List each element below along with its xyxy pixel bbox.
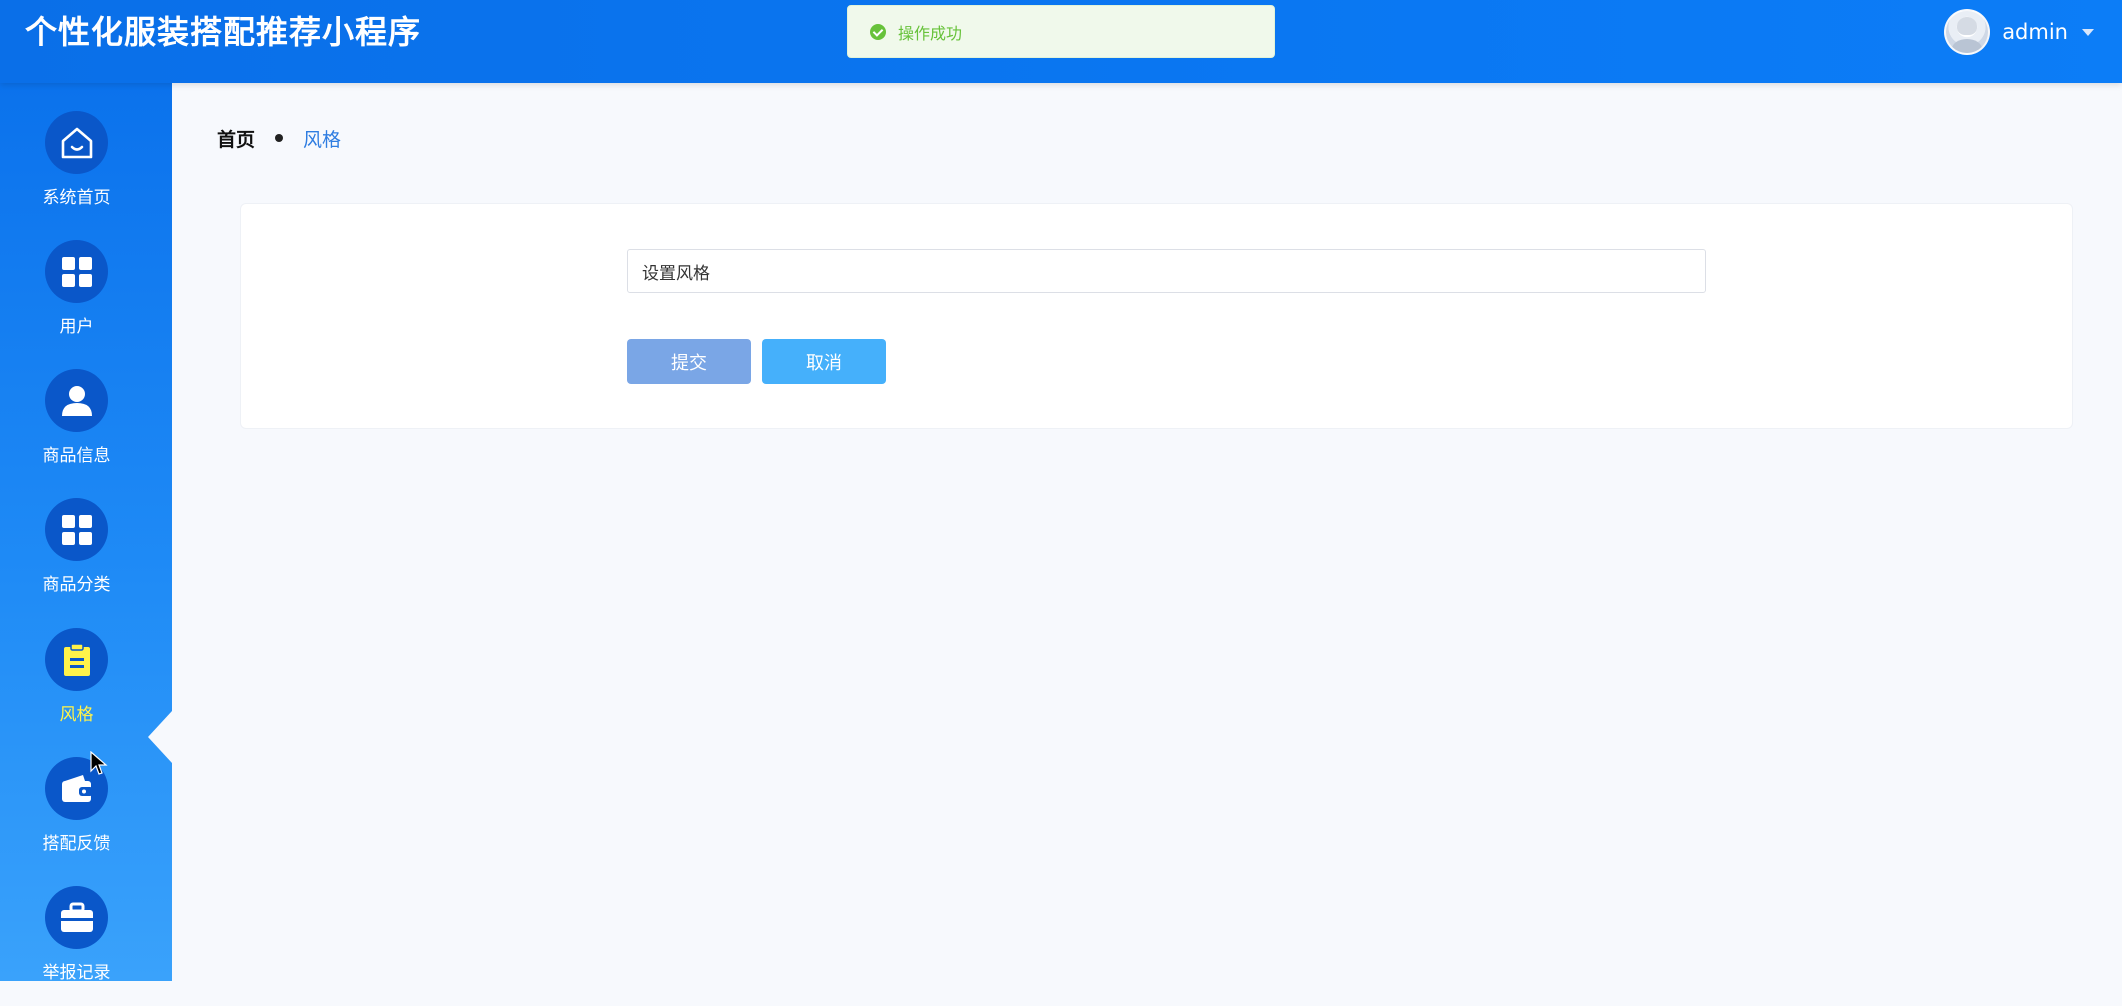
- style-input[interactable]: [627, 249, 1706, 293]
- user-menu[interactable]: admin: [1944, 9, 2094, 55]
- user-name[interactable]: admin: [2002, 20, 2068, 44]
- grid-icon[interactable]: [45, 240, 108, 303]
- style-form-card: 风格 提交 取消: [240, 203, 2073, 429]
- toast-message: 操作成功: [898, 23, 963, 43]
- sidebar-item-label: 用户: [59, 317, 94, 337]
- sidebar-item-label: 搭配反馈: [42, 834, 111, 854]
- breadcrumb-separator: [275, 134, 284, 142]
- clipboard-icon[interactable]: [45, 628, 108, 691]
- breadcrumb-home[interactable]: 首页: [217, 125, 255, 152]
- breadcrumb: 首页 风格: [217, 124, 341, 152]
- submit-button[interactable]: 提交: [627, 339, 751, 384]
- home-icon[interactable]: [45, 111, 108, 174]
- grid-icon[interactable]: [45, 498, 108, 561]
- sidebar-item-feedback[interactable]: 搭配反馈: [0, 757, 172, 877]
- user-icon[interactable]: [45, 369, 108, 432]
- active-indicator: [148, 711, 172, 763]
- briefcase-icon[interactable]: [45, 886, 108, 949]
- chevron-down-icon[interactable]: [2082, 28, 2094, 36]
- sidebar: 系统首页 用户 商品信息 商品分类 风格 搭配反馈 举报记录: [0, 83, 172, 983]
- sidebar-item-label: 风格: [59, 705, 94, 725]
- sidebar-item-product-category[interactable]: 商品分类: [0, 498, 172, 618]
- breadcrumb-current: 风格: [303, 128, 342, 151]
- sidebar-item-product-info[interactable]: 商品信息: [0, 369, 172, 489]
- sidebar-item-label: 商品信息: [42, 446, 111, 466]
- sidebar-item-label: 举报记录: [42, 963, 111, 983]
- avatar[interactable]: [1944, 9, 1991, 55]
- sidebar-item-users[interactable]: 用户: [0, 240, 172, 360]
- sidebar-item-report-records[interactable]: 举报记录: [0, 886, 172, 1006]
- success-toast: 操作成功: [847, 5, 1275, 58]
- cancel-button[interactable]: 取消: [762, 339, 886, 384]
- sidebar-item-style[interactable]: 风格: [0, 628, 172, 748]
- success-check-icon: [870, 23, 886, 40]
- sidebar-item-label: 系统首页: [42, 188, 111, 208]
- sidebar-item-label: 商品分类: [42, 575, 111, 595]
- app-title: 个性化服装搭配推荐小程序: [25, 13, 422, 51]
- sidebar-item-home[interactable]: 系统首页: [0, 111, 172, 231]
- mouse-cursor-icon: [90, 751, 108, 775]
